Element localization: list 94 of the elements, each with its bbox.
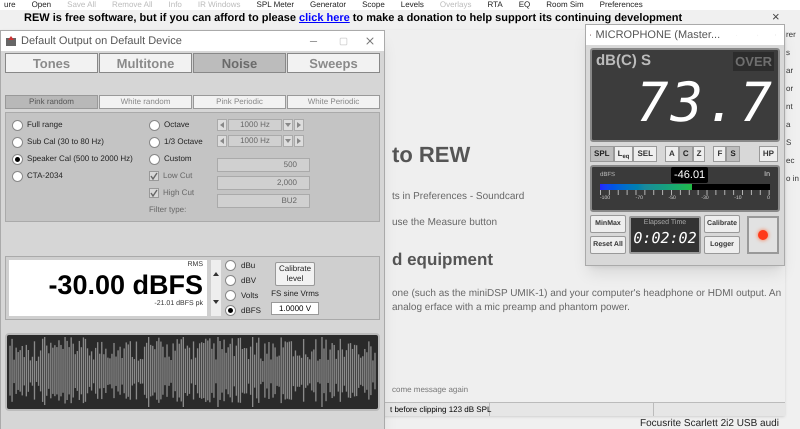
decrease-button[interactable]: [217, 119, 227, 131]
banner-text: REW is free software, but if you can afford to please: [24, 10, 296, 26]
window-title: MICROPHONE (Master...: [595, 28, 720, 43]
increase-button[interactable]: [294, 119, 304, 131]
heading: to REW: [392, 141, 470, 169]
option-label: Sub Cal (30 to 80 Hz): [27, 136, 104, 148]
option-label: Octave: [164, 119, 190, 131]
radio-button[interactable]: [149, 120, 160, 130]
dropdown-button[interactable]: [283, 135, 293, 147]
unit-label: dBu: [241, 260, 256, 272]
background-text: S: [786, 138, 792, 148]
background-text: a: [786, 120, 792, 130]
mode-button[interactable]: F: [713, 146, 726, 162]
mode-button[interactable]: L$_{eq}$: [614, 146, 634, 162]
radio-button[interactable]: [225, 275, 236, 286]
radio-button[interactable]: [149, 154, 160, 164]
option-label: Custom: [164, 153, 192, 165]
mode-button[interactable]: Z: [692, 146, 706, 162]
left-arrow-icon: [220, 138, 224, 144]
body-text: ts in Preferences - Soundcard: [392, 190, 524, 204]
background-text: ec: [786, 156, 796, 166]
toolbar-item[interactable]: RTA: [487, 0, 503, 10]
mode-button[interactable]: SEL: [633, 146, 658, 162]
meter-reading: -46.01: [670, 166, 708, 184]
donation-link[interactable]: click here: [299, 10, 350, 26]
toolbar-item[interactable]: SPL Meter: [256, 0, 294, 10]
toolbar-item[interactable]: Preferences: [600, 0, 643, 10]
footer-text: come message again: [392, 384, 468, 396]
fs-label: FS sine Vrms: [271, 288, 319, 300]
level-reading: -30.00 dBFS: [48, 270, 203, 298]
right-arrow-icon: [297, 122, 301, 128]
option-label: Speaker Cal (500 to 2000 Hz): [27, 153, 133, 165]
radio-button[interactable]: [225, 305, 236, 316]
radio-button[interactable]: [225, 260, 236, 271]
increase-button[interactable]: [294, 135, 304, 147]
background-text: s: [786, 48, 791, 58]
radio-button[interactable]: [12, 120, 23, 130]
background-text: o in: [786, 174, 799, 184]
decrease-button[interactable]: [217, 135, 227, 147]
option-label: CTA-2034: [27, 170, 63, 182]
window-title: Default Output on Default Device: [21, 34, 182, 49]
toolbar-item[interactable]: EQ: [518, 0, 530, 10]
option-label: Low Cut: [163, 170, 192, 182]
down-icon[interactable]: [213, 300, 219, 304]
radio-button[interactable]: [225, 290, 236, 301]
background-text: nt: [786, 102, 794, 112]
option-label: Filter type:: [149, 204, 188, 216]
heading: d equipment: [392, 249, 494, 271]
option-label: 1/3 Octave: [164, 136, 203, 148]
level-stepper[interactable]: [211, 260, 221, 316]
toolbar-item[interactable]: Open: [32, 0, 52, 10]
toolbar-item[interactable]: Levels: [400, 0, 424, 10]
option-label: Full range: [27, 119, 63, 131]
caret-icon: [285, 139, 291, 143]
background-text: rer: [786, 30, 797, 40]
toolbar-item[interactable]: Generator: [310, 0, 346, 10]
up-icon[interactable]: [213, 272, 219, 276]
background-text: ar: [786, 66, 794, 76]
body-text: use the Measure button: [392, 216, 498, 230]
unit-label: Volts: [241, 290, 258, 302]
background-text: or: [786, 84, 794, 94]
over-indicator: OVER: [733, 52, 774, 71]
device-label: Focusrite Scarlett 2i2 USB audi: [640, 417, 779, 429]
toolbar-item[interactable]: Scope: [362, 0, 385, 10]
spl-reading: 73.7: [636, 72, 774, 132]
toolbar-item[interactable]: ure: [4, 0, 16, 10]
body-text: one (such as the miniDSP UMIK-1) and your computer's headphone or HDMI output. An analog erface with a mic preamp and phantom power.: [392, 286, 782, 314]
mode-button[interactable]: S: [726, 146, 740, 162]
option-label: High Cut: [163, 187, 194, 199]
toolbar-item[interactable]: Room Sim: [546, 0, 584, 10]
caret-icon: [285, 123, 291, 127]
unit-label: dBV: [241, 274, 256, 286]
mode-button[interactable]: A: [665, 146, 679, 162]
radio-button[interactable]: [12, 170, 23, 182]
fs-voltage-field[interactable]: 1.0000 V: [271, 302, 320, 314]
radio-button[interactable]: [149, 136, 160, 148]
close-button[interactable]: ×: [772, 10, 780, 24]
noise-type-tab[interactable]: Pink random: [5, 95, 98, 109]
radio-button[interactable]: [12, 154, 23, 164]
dropdown-button[interactable]: [283, 119, 293, 131]
status-text: t before clipping 123 dB SPL: [390, 403, 490, 416]
mode-button[interactable]: SPL: [590, 146, 614, 162]
radio-button[interactable]: [12, 136, 23, 148]
record-button[interactable]: [747, 216, 779, 254]
banner-text: to make a donation to help support its continuing development: [352, 10, 682, 26]
left-arrow-icon: [220, 122, 224, 128]
weighting-label: dB(C) S: [596, 51, 651, 71]
unit-label: dBFS: [241, 304, 262, 316]
close-icon[interactable]: [364, 35, 376, 47]
right-arrow-icon: [297, 138, 301, 144]
mode-button[interactable]: HP: [758, 146, 778, 162]
calibrate-level-button[interactable]: Calibrate level: [275, 262, 316, 286]
mode-button[interactable]: C: [678, 146, 693, 162]
elapsed-time: 0:02:02: [633, 228, 697, 248]
